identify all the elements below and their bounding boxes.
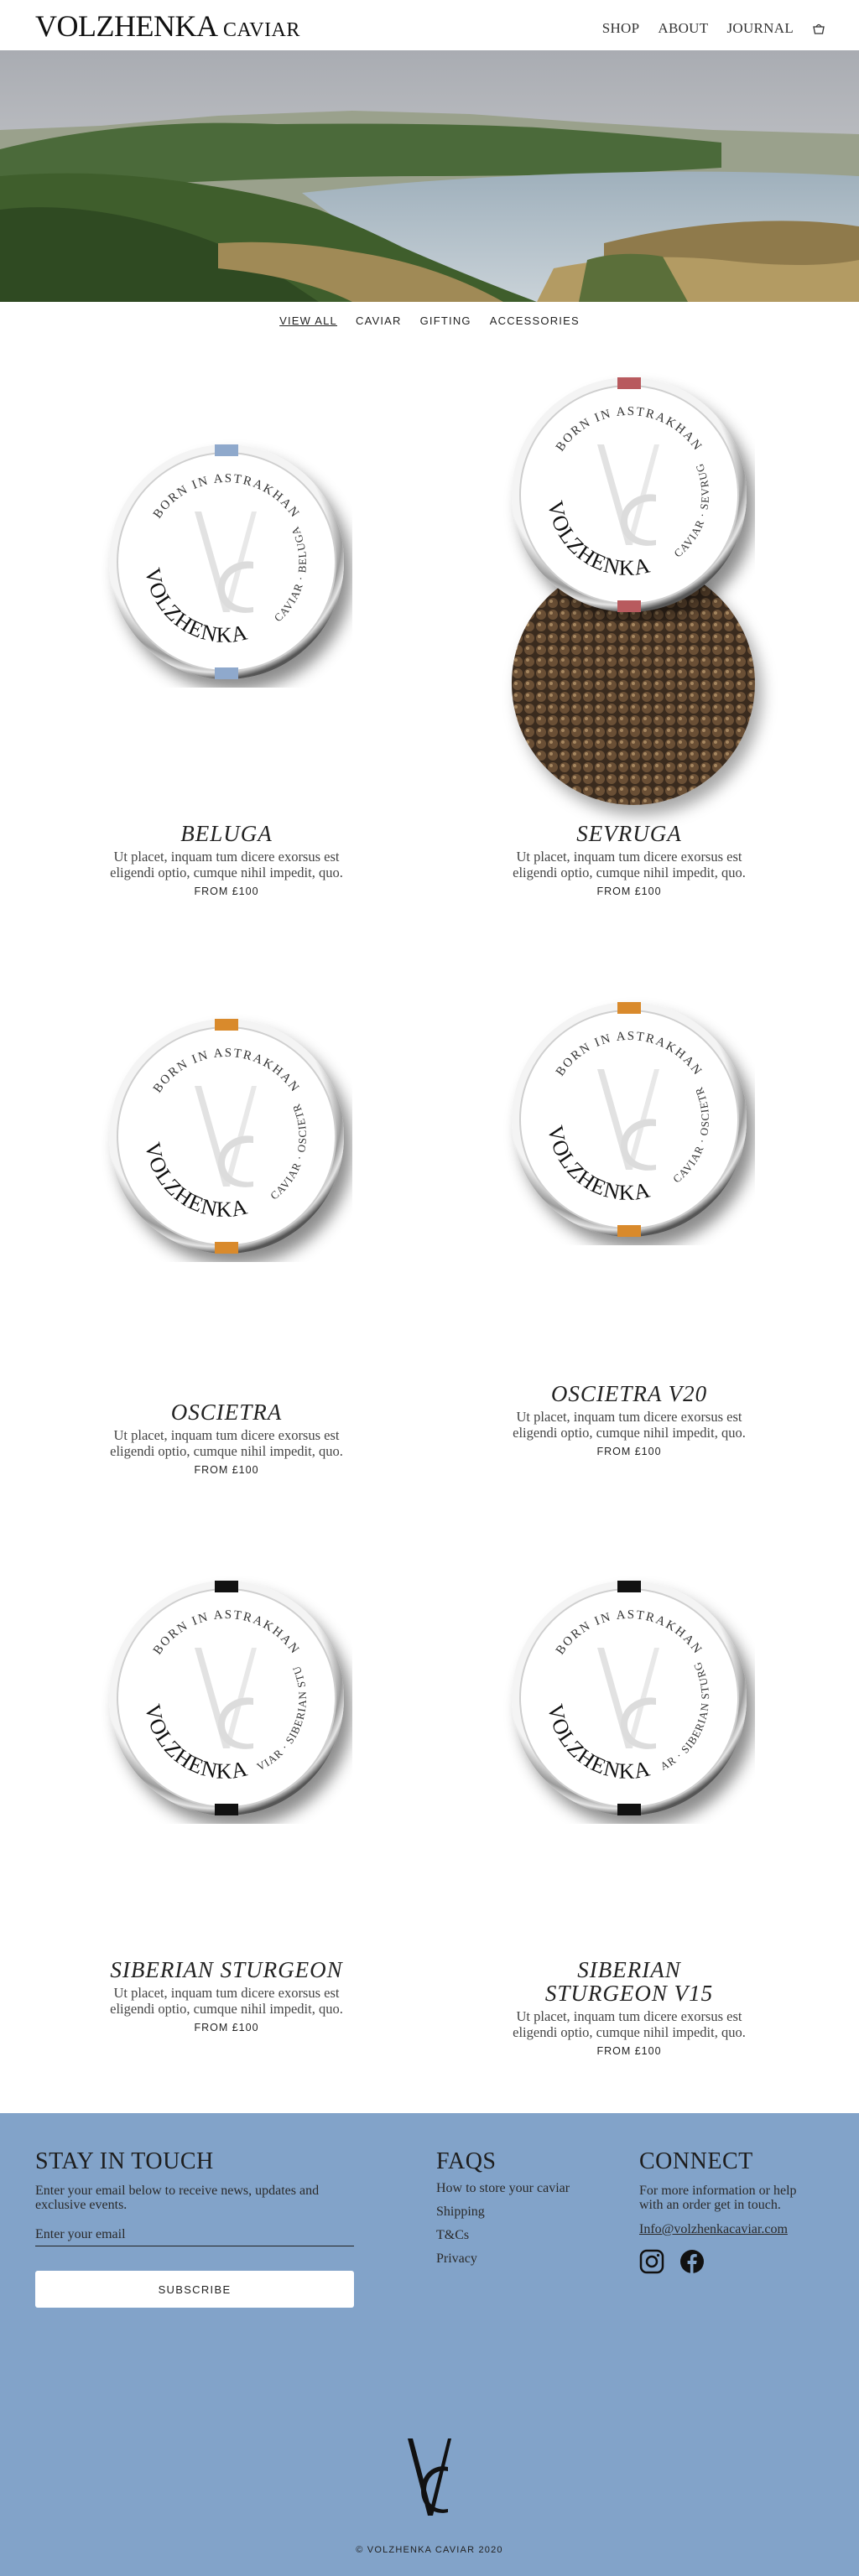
main-nav: SHOP ABOUT JOURNAL [602,20,825,37]
description-line: Ut placet, inquam tum dicere exorsus est [516,1409,742,1425]
product-image: BORN IN ASTRAKHAN VOLZHENKA CAVIAR · SIBER… [51,1540,352,1828]
product-card-sevruga[interactable]: BORN IN ASTRAKHAN VOLZHENKA CAVIAR · SEVRU… [445,337,814,906]
description-line: eligendi optio, cumque nihil impedit, qu… [513,865,746,880]
product-description: Ut placet, inquam tum dicere exorsus est… [42,849,411,880]
product-description: Ut placet, inquam tum dicere exorsus est… [445,1409,814,1441]
email-placeholder: Enter your email [35,2227,126,2241]
description-line: eligendi optio, cumque nihil impedit, qu… [513,2024,746,2040]
filter-accessories[interactable]: ACCESSORIES [490,314,580,327]
product-image: BORN IN ASTRAKHAN VOLZHENKA CAVIAR · SIBER… [454,1540,755,1828]
product-price: FROM £100 [194,886,259,897]
product-title: SEVRUGA [576,821,682,846]
product-card-beluga[interactable]: BORN IN ASTRAKHAN VOLZHENKA CAVIAR · BELUG… [42,436,411,906]
product-description: Ut placet, inquam tum dicere exorsus est… [42,1427,411,1459]
contact-email-link[interactable]: Info@volzhenkacaviar.com [639,2222,832,2237]
product-card-oscietra-v20[interactable]: BORN IN ASTRAKHAN VOLZHENKA CAVIAR · OSCIE… [445,962,814,1463]
instagram-icon[interactable] [639,2249,664,2278]
product-image: BORN IN ASTRAKHAN VOLZHENKA CAVIAR · OSCIE… [51,979,352,1266]
connect-heading: CONNECT [639,2148,753,2174]
category-filters: VIEW ALL CAVIAR GIFTING ACCESSORIES [0,314,859,327]
product-image: BORN IN ASTRAKHAN VOLZHENKA CAVIAR · SEVRU… [454,337,755,625]
filter-caviar[interactable]: CAVIAR [356,314,402,327]
faq-link-privacy[interactable]: Privacy [436,2247,604,2271]
product-card-siberian-sturgeon[interactable]: BORN IN ASTRAKHAN VOLZHENKA CAVIAR · SIBER… [42,1540,411,2042]
logo[interactable]: VOLZHENKA CAVIAR [35,8,300,44]
product-title: BELUGA [180,821,273,846]
text-line: For more information or help [639,2184,797,2198]
site-header: VOLZHENKA CAVIAR SHOP ABOUT JOURNAL [0,0,859,50]
description-line: eligendi optio, cumque nihil impedit, qu… [110,2001,343,2017]
product-title: OSCIETRA V20 [550,1381,708,1406]
hero-image [0,50,859,302]
description-line: eligendi optio, cumque nihil impedit, qu… [110,865,343,880]
description-line: eligendi optio, cumque nihil impedit, qu… [110,1443,343,1459]
product-title: OSCIETRA [170,1400,283,1425]
subscribe-button[interactable]: SUBSCRIBE [35,2271,354,2308]
nav-journal[interactable]: JOURNAL [726,20,794,37]
email-field[interactable]: Enter your email [35,2227,354,2246]
text-line: Enter your email below to receive news, … [35,2184,320,2198]
product-card-oscietra[interactable]: BORN IN ASTRAKHAN VOLZHENKA CAVIAR · OSCIE… [42,979,411,1480]
nav-shop[interactable]: SHOP [602,20,640,37]
product-image: BORN IN ASTRAKHAN VOLZHENKA CAVIAR · BELUG… [101,436,352,692]
faq-link-shipping[interactable]: Shipping [436,2200,604,2224]
product-price: FROM £100 [194,2022,259,2033]
description-line: Ut placet, inquam tum dicere exorsus est [113,1427,340,1443]
product-description: Ut placet, inquam tum dicere exorsus est… [445,849,814,880]
faq-link-storage[interactable]: How to store your caviar [436,2177,604,2200]
description-line: Ut placet, inquam tum dicere exorsus est [516,2008,742,2024]
description-line: Ut placet, inquam tum dicere exorsus est [113,849,340,865]
product-description: Ut placet, inquam tum dicere exorsus est… [445,2008,814,2040]
filter-view-all[interactable]: VIEW ALL [279,314,337,327]
faq-link-terms[interactable]: T&Cs [436,2224,604,2247]
basket-icon[interactable] [812,23,825,34]
connect-text: For more information or help with an ord… [639,2184,832,2212]
faqs-heading: FAQS [436,2148,497,2174]
logo-sub: CAVIAR [222,19,300,41]
product-price: FROM £100 [194,1464,259,1476]
filter-gifting[interactable]: GIFTING [420,314,471,327]
product-card-siberian-sturgeon-v15[interactable]: BORN IN ASTRAKHAN VOLZHENKA CAVIAR · SIBER… [445,1540,814,2075]
copyright: © VOLZHENKA CAVIAR 2020 [356,2545,503,2555]
product-price: FROM £100 [596,886,662,897]
title-line: SIBERIAN [577,1957,681,1982]
product-title: SIBERIAN STURGEON [110,1957,343,1982]
description-line: eligendi optio, cumque nihil impedit, qu… [513,1425,746,1441]
stay-in-touch-text: Enter your email below to receive news, … [35,2184,371,2212]
vc-monogram-logo [396,2432,463,2524]
description-line: Ut placet, inquam tum dicere exorsus est [113,1985,340,2001]
site-footer: STAY IN TOUCH Enter your email below to … [0,2113,859,2576]
product-description: Ut placet, inquam tum dicere exorsus est… [42,1985,411,2017]
product-image: BORN IN ASTRAKHAN VOLZHENKA CAVIAR · OSCIE… [454,962,755,1249]
text-line: exclusive events. [35,2198,128,2212]
facebook-icon[interactable] [679,2249,705,2278]
product-price: FROM £100 [596,2045,662,2057]
nav-about[interactable]: ABOUT [658,20,708,37]
title-line: STURGEON V15 [544,1981,714,2006]
product-title: SIBERIAN STURGEON V15 [445,1958,814,2005]
logo-main: VOLZHENKA [35,9,216,43]
stay-in-touch-heading: STAY IN TOUCH [35,2148,214,2174]
product-price: FROM £100 [596,1446,662,1457]
description-line: Ut placet, inquam tum dicere exorsus est [516,849,742,865]
text-line: with an order get in touch. [639,2198,781,2212]
